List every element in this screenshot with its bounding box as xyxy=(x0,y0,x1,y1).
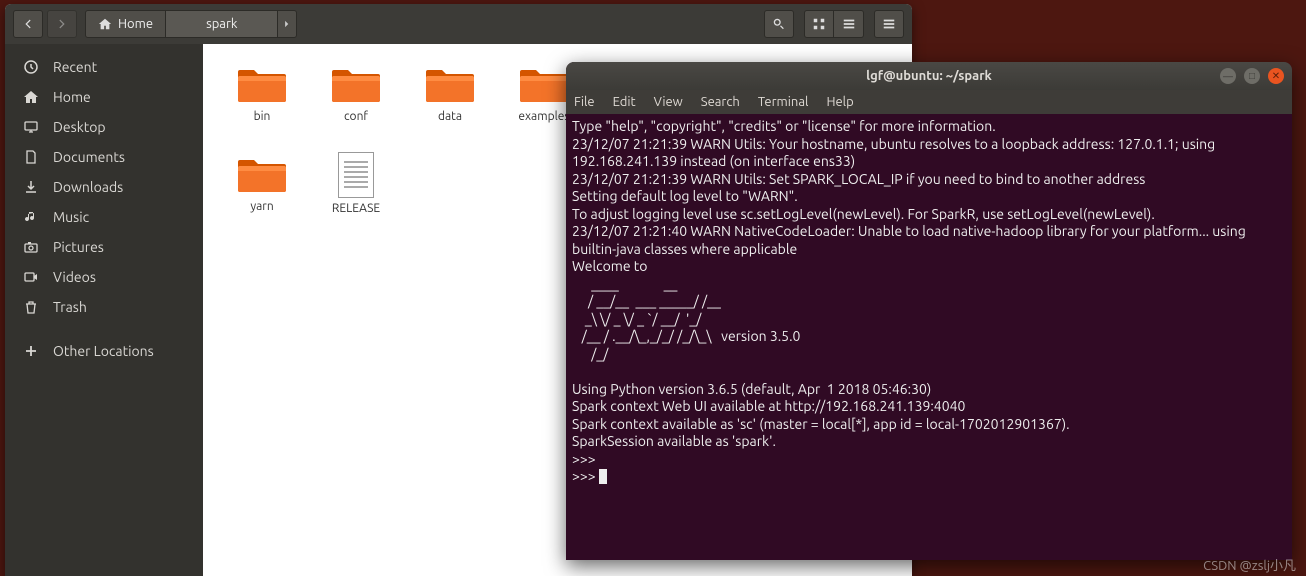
sidebar-item-music[interactable]: Music xyxy=(5,202,203,232)
breadcrumb-expand[interactable] xyxy=(278,11,296,37)
terminal-title: lgf@ubuntu: ~/spark xyxy=(574,69,1284,83)
sidebar-item-label: Pictures xyxy=(53,239,104,255)
terminal-titlebar[interactable]: lgf@ubuntu: ~/spark — □ ✕ xyxy=(566,62,1292,90)
folder-icon xyxy=(236,152,288,196)
view-list-button[interactable] xyxy=(834,10,864,38)
terminal-menubar: File Edit View Search Terminal Help xyxy=(566,90,1292,114)
sidebar-item-recent[interactable]: Recent xyxy=(5,52,203,82)
breadcrumb: Home spark xyxy=(85,10,297,38)
file-item[interactable]: RELEASE xyxy=(311,152,401,242)
folder-icon xyxy=(236,62,288,106)
maximize-button[interactable]: □ xyxy=(1244,68,1260,84)
document-icon xyxy=(338,152,374,198)
hamburger-menu-button[interactable] xyxy=(874,10,904,38)
file-label: yarn xyxy=(250,200,273,213)
folder-icon xyxy=(424,62,476,106)
trash-icon xyxy=(23,299,39,315)
menu-view[interactable]: View xyxy=(654,95,683,109)
toolbar: Home spark xyxy=(5,4,912,44)
sidebar-item-label: Trash xyxy=(53,299,87,315)
menu-edit[interactable]: Edit xyxy=(613,95,636,109)
terminal-cursor xyxy=(599,469,607,484)
file-label: RELEASE xyxy=(332,202,380,215)
music-icon xyxy=(23,209,39,225)
file-item[interactable]: bin xyxy=(217,62,307,152)
menu-search[interactable]: Search xyxy=(701,95,740,109)
doc-icon xyxy=(23,149,39,165)
sidebar-item-label: Other Locations xyxy=(53,343,154,359)
camera-icon xyxy=(23,239,39,255)
sidebar-item-downloads[interactable]: Downloads xyxy=(5,172,203,202)
sidebar-item-trash[interactable]: Trash xyxy=(5,292,203,322)
sidebar-item-documents[interactable]: Documents xyxy=(5,142,203,172)
desktop-icon xyxy=(23,119,39,135)
file-label: examples xyxy=(518,110,569,123)
file-label: conf xyxy=(344,110,368,123)
sidebar-item-desktop[interactable]: Desktop xyxy=(5,112,203,142)
sidebar-item-pictures[interactable]: Pictures xyxy=(5,232,203,262)
sidebar-item-label: Downloads xyxy=(53,179,123,195)
sidebar: Recent Home Desktop Documents Downloads Music… xyxy=(5,44,203,576)
search-button[interactable] xyxy=(764,10,794,38)
sidebar-item-label: Music xyxy=(53,209,89,225)
file-label: bin xyxy=(254,110,271,123)
sidebar-item-home[interactable]: Home xyxy=(5,82,203,112)
clock-icon xyxy=(23,59,39,75)
sidebar-item-label: Desktop xyxy=(53,119,106,135)
terminal-output[interactable]: Type "help", "copyright", "credits" or "… xyxy=(566,114,1292,560)
close-button[interactable]: ✕ xyxy=(1268,68,1284,84)
folder-icon xyxy=(330,62,382,106)
menu-file[interactable]: File xyxy=(574,95,595,109)
file-item[interactable]: conf xyxy=(311,62,401,152)
file-item[interactable]: data xyxy=(405,62,495,152)
video-icon xyxy=(23,269,39,285)
sidebar-item-label: Documents xyxy=(53,149,125,165)
sidebar-item-label: Recent xyxy=(53,59,97,75)
back-button[interactable] xyxy=(13,10,43,38)
file-label: data xyxy=(438,110,462,123)
menu-help[interactable]: Help xyxy=(826,95,853,109)
menu-terminal[interactable]: Terminal xyxy=(758,95,809,109)
minimize-button[interactable]: — xyxy=(1220,68,1236,84)
file-item[interactable]: yarn xyxy=(217,152,307,242)
download-icon xyxy=(23,179,39,195)
plus-icon xyxy=(23,343,39,359)
home-icon xyxy=(23,89,39,105)
breadcrumb-home-label: Home xyxy=(118,17,153,31)
folder-icon xyxy=(518,62,570,106)
sidebar-item-other-locations[interactable]: Other Locations xyxy=(5,336,203,366)
sidebar-item-label: Home xyxy=(53,89,91,105)
breadcrumb-current[interactable]: spark xyxy=(166,11,278,37)
forward-button[interactable] xyxy=(47,10,77,38)
sidebar-item-videos[interactable]: Videos xyxy=(5,262,203,292)
breadcrumb-home[interactable]: Home xyxy=(86,11,166,37)
terminal-window: lgf@ubuntu: ~/spark — □ ✕ File Edit View Se… xyxy=(566,62,1292,560)
watermark: CSDN @zslj小凡 xyxy=(1203,555,1296,574)
sidebar-item-label: Videos xyxy=(53,269,96,285)
view-grid-button[interactable] xyxy=(804,10,834,38)
